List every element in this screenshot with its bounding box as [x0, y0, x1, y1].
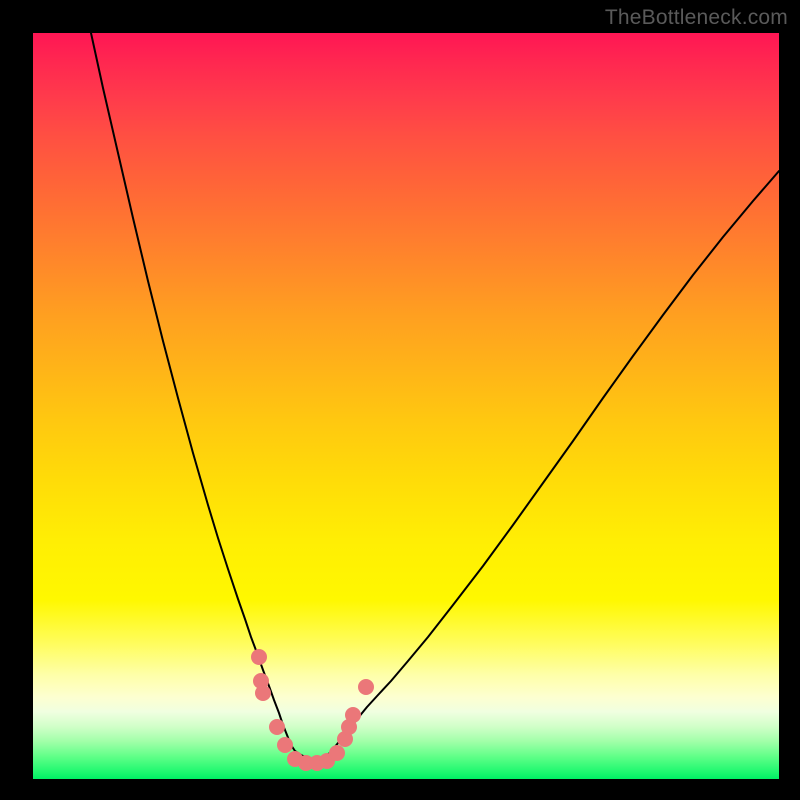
- data-marker: [358, 679, 374, 695]
- data-marker: [277, 737, 293, 753]
- data-marker: [329, 745, 345, 761]
- curve-layer: [33, 33, 779, 779]
- bottleneck-curve: [91, 33, 779, 759]
- chart-frame: TheBottleneck.com: [0, 0, 800, 800]
- watermark-text: TheBottleneck.com: [605, 6, 788, 30]
- plot-area: [33, 33, 779, 779]
- data-marker: [251, 649, 267, 665]
- data-marker: [345, 707, 361, 723]
- data-marker: [255, 685, 271, 701]
- data-marker: [269, 719, 285, 735]
